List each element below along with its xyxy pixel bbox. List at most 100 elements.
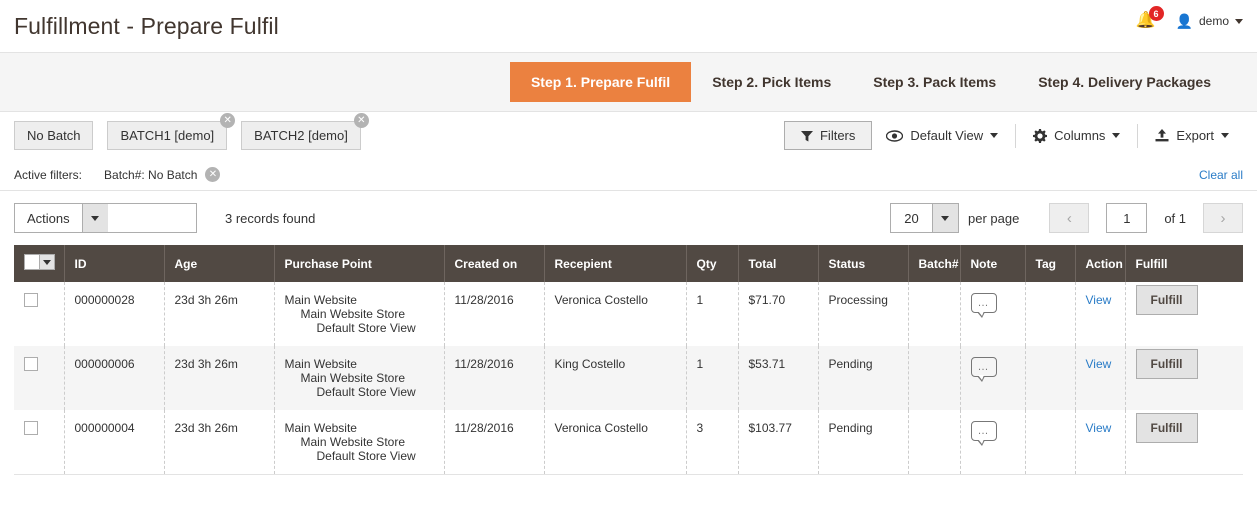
col-header-created-on[interactable]: Created on [444, 245, 545, 282]
grid-toolbar: Filters Default View Columns Export [783, 112, 1243, 159]
col-header-purchase-point[interactable]: Purchase Point [274, 245, 445, 282]
note-bubble-icon[interactable]: … [970, 357, 997, 382]
col-header-qty[interactable]: Qty [686, 245, 739, 282]
col-header-age[interactable]: Age [164, 245, 275, 282]
page-number-input[interactable]: 1 [1106, 203, 1148, 233]
cell-total: $103.77 [738, 410, 819, 475]
fulfill-button[interactable]: Fulfill [1135, 413, 1198, 443]
purchase-point-store: Main Website Store [300, 307, 406, 321]
tab-step-1[interactable]: Step 1. Prepare Fulfil [509, 62, 692, 102]
funnel-icon [800, 130, 813, 141]
chevron-down-icon [1221, 133, 1229, 138]
cell-qty: 1 [686, 346, 739, 410]
tab-step-2[interactable]: Step 2. Pick Items [691, 53, 852, 111]
notifications-button[interactable]: 🔔 6 [1134, 6, 1164, 34]
fulfill-button[interactable]: Fulfill [1135, 349, 1198, 379]
col-header-id[interactable]: ID [64, 245, 165, 282]
pagination: 20 per page ‹ 1 of 1 › [889, 203, 1243, 233]
cell-status: Processing [818, 282, 909, 346]
col-header-note[interactable]: Note [960, 245, 1026, 282]
per-page-select[interactable]: 20 [889, 203, 959, 233]
cell-id: 000000028 [64, 282, 165, 346]
per-page-arrow-icon [931, 204, 958, 232]
purchase-point-view: Default Store View [316, 321, 416, 335]
cell-tag [1025, 346, 1076, 410]
batch-button-no-batch[interactable]: No Batch [14, 121, 94, 150]
select-all-checkbox-icon[interactable] [24, 254, 55, 270]
cell-status: Pending [818, 346, 909, 410]
col-header-status[interactable]: Status [818, 245, 909, 282]
col-header-total[interactable]: Total [738, 245, 819, 282]
view-link[interactable]: View [1086, 293, 1112, 307]
default-view-button[interactable]: Default View [872, 121, 1012, 150]
total-pages-label: of 1 [1164, 210, 1186, 226]
orders-table: ID Age Purchase Point Created on Recepie… [14, 245, 1243, 475]
user-menu[interactable]: 👤 demo [1176, 13, 1243, 30]
per-page-value: 20 [904, 210, 919, 226]
actions-pagination-row: Actions 3 records found 20 per page ‹ 1 … [0, 191, 1257, 245]
table-header-row: ID Age Purchase Point Created on Recepie… [14, 245, 1243, 282]
active-filter-remove-icon[interactable]: ✕ [205, 167, 221, 182]
clear-all-link[interactable]: Clear all [1199, 168, 1243, 182]
cell-tag [1025, 410, 1076, 475]
fulfill-button[interactable]: Fulfill [1135, 285, 1198, 315]
cell-purchase-point: Main Website Main Website Store Default … [274, 410, 445, 475]
chevron-left-icon: ‹ [1066, 209, 1072, 227]
user-name: demo [1198, 14, 1229, 28]
batch-button-batch2[interactable]: BATCH2 [demo] ✕ [241, 113, 369, 150]
cell-action: View [1075, 282, 1126, 346]
cell-total: $53.71 [738, 346, 819, 410]
cell-tag [1025, 282, 1076, 346]
col-header-fulfill[interactable]: Fulfill [1125, 245, 1243, 282]
note-bubble-icon[interactable]: … [970, 293, 997, 318]
select-all-header[interactable] [14, 245, 65, 282]
view-link[interactable]: View [1086, 357, 1112, 371]
tab-step-3[interactable]: Step 3. Pack Items [852, 53, 1017, 111]
purchase-point-store: Main Website Store [300, 371, 406, 385]
gear-icon [1033, 128, 1048, 143]
purchase-point-website: Main Website [284, 357, 357, 371]
row-checkbox[interactable] [24, 421, 38, 435]
export-button[interactable]: Export [1141, 121, 1243, 150]
fulfillment-page: Fulfillment - Prepare Fulfil 🔔 6 👤 demo … [0, 0, 1257, 507]
cell-batch [908, 410, 961, 475]
header-actions: 🔔 6 👤 demo [1134, 6, 1243, 34]
cell-age: 23d 3h 26m [164, 282, 275, 346]
row-checkbox[interactable] [24, 357, 38, 371]
cell-age: 23d 3h 26m [164, 346, 275, 410]
cell-age: 23d 3h 26m [164, 410, 275, 475]
next-page-button[interactable]: › [1203, 203, 1243, 233]
col-header-action[interactable]: Action [1075, 245, 1126, 282]
purchase-point-store: Main Website Store [300, 435, 406, 449]
cell-fulfill: Fulfill [1125, 410, 1243, 475]
filters-button[interactable]: Filters [783, 121, 873, 150]
row-checkbox-cell [14, 346, 65, 410]
row-checkbox[interactable] [24, 293, 38, 307]
toolbar-divider [1015, 123, 1017, 148]
cell-recepient: Veronica Costello [544, 410, 687, 475]
view-link[interactable]: View [1086, 421, 1112, 435]
batch-buttons: No Batch BATCH1 [demo] ✕ BATCH2 [demo] ✕ [14, 113, 369, 150]
filters-label: Filters [819, 128, 856, 143]
chevron-down-icon [1235, 18, 1243, 24]
batch1-remove-icon[interactable]: ✕ [220, 113, 236, 128]
batch2-remove-icon[interactable]: ✕ [353, 113, 369, 128]
col-header-batch[interactable]: Batch# [908, 245, 961, 282]
tab-step-4[interactable]: Step 4. Delivery Packages [1017, 53, 1232, 111]
cell-batch [908, 346, 961, 410]
columns-button[interactable]: Columns [1019, 121, 1134, 150]
actions-select[interactable]: Actions [14, 203, 197, 233]
cell-id: 000000006 [64, 346, 165, 410]
previous-page-button[interactable]: ‹ [1049, 203, 1090, 233]
batch-button-batch1[interactable]: BATCH1 [demo] ✕ [107, 113, 236, 150]
purchase-point-view: Default Store View [316, 385, 416, 399]
page-header: Fulfillment - Prepare Fulfil 🔔 6 👤 demo [0, 0, 1257, 52]
notification-count-badge: 6 [1148, 6, 1164, 21]
table-row: 000000028 23d 3h 26m Main Website Main W… [14, 282, 1243, 346]
cell-created-on: 11/28/2016 [444, 410, 545, 475]
cell-batch [908, 282, 961, 346]
note-bubble-icon[interactable]: … [970, 421, 997, 446]
col-header-tag[interactable]: Tag [1025, 245, 1076, 282]
col-header-recepient[interactable]: Recepient [544, 245, 687, 282]
cell-id: 000000004 [64, 410, 165, 475]
